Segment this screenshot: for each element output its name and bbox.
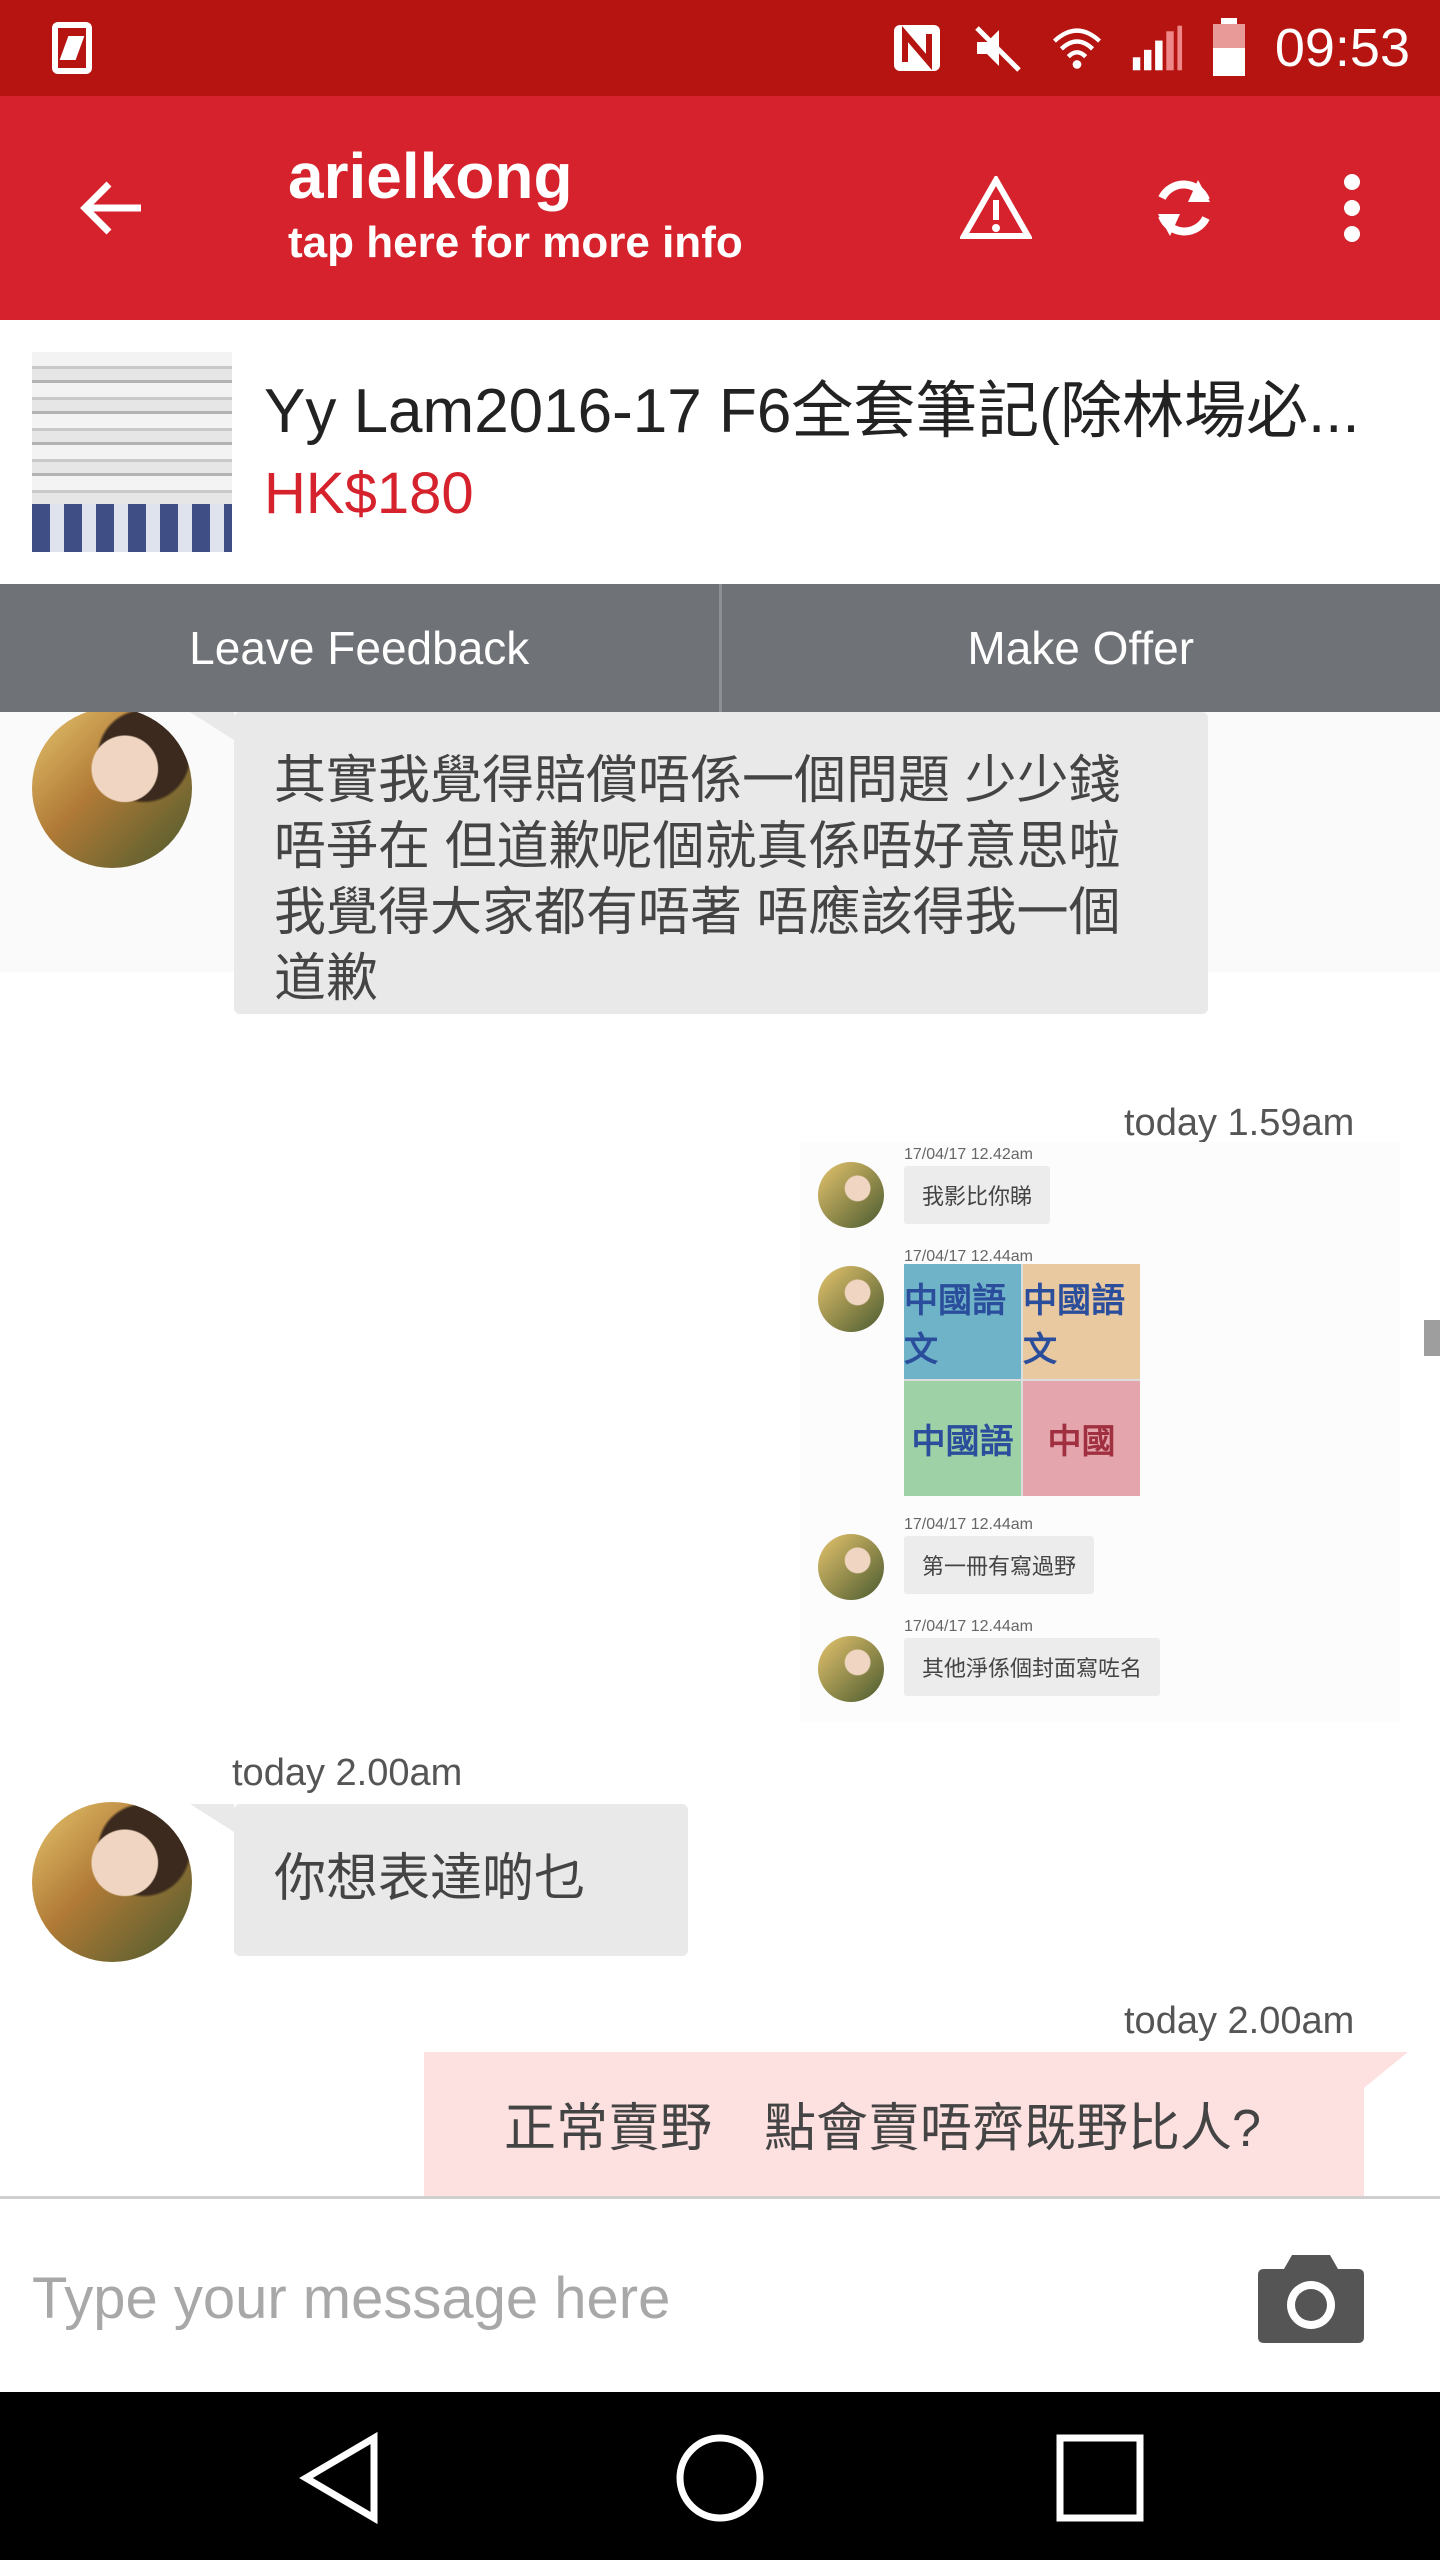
product-summary[interactable]: Yy Lam2016-17 F6全套筆記(除林場必... HK$180: [0, 320, 1440, 584]
battery-icon: [1211, 18, 1247, 76]
screenshot-avatar: [818, 1636, 884, 1702]
system-nav-bar: [0, 2392, 1440, 2560]
avatar[interactable]: [32, 1802, 192, 1962]
screenshot-bubble: 第一冊有寫過野: [904, 1536, 1095, 1594]
home-circle-icon[interactable]: [670, 2428, 770, 2528]
app-bar: arielkong tap here for more info: [0, 96, 1440, 320]
conversation-title: arielkong: [288, 140, 573, 212]
book-cover: 中國語文: [904, 1264, 1021, 1379]
message-composer: [0, 2196, 1440, 2392]
camera-icon[interactable]: [1256, 2249, 1366, 2345]
message-bubble-incoming: 其實我覺得賠償唔係一個問題 少少錢唔爭在 但道歉呢個就真係唔好意思啦 我覺得大家…: [190, 712, 1208, 1014]
warning-icon[interactable]: [952, 164, 1040, 252]
message-timestamp: today 2.00am: [1124, 2000, 1355, 2042]
screenshot-image-message[interactable]: 17/04/17 12.42am 我影比你睇 17/04/17 12.44am …: [800, 1142, 1400, 1722]
status-bar: 09:53: [0, 0, 1440, 96]
screenshot-avatar: [818, 1266, 884, 1332]
message-timestamp: today 2.00am: [232, 1752, 463, 1794]
book-cover: 中國語: [904, 1381, 1021, 1496]
screenshot-bubble: 我影比你睇: [904, 1166, 1051, 1224]
message-bubble-outgoing: 正常賣野 點會賣唔齊既野比人?: [424, 2052, 1408, 2196]
book-cover: 中國語文: [1023, 1264, 1140, 1379]
more-vert-icon[interactable]: [1308, 164, 1396, 252]
back-arrow-icon[interactable]: [70, 166, 154, 250]
screenshot-timestamp: 17/04/17 12.44am: [904, 1516, 1033, 1533]
avatar[interactable]: [32, 712, 192, 868]
message-input[interactable]: [32, 2243, 1212, 2353]
back-triangle-icon[interactable]: [290, 2428, 390, 2528]
leave-feedback-button[interactable]: Leave Feedback: [0, 584, 719, 712]
chat-messages[interactable]: 其實我覺得賠償唔係一個問題 少少錢唔爭在 但道歉呢個就真係唔好意思啦 我覺得大家…: [0, 712, 1440, 2196]
screenshot-avatar: [818, 1162, 884, 1228]
screenshot-timestamp: 17/04/17 12.44am: [904, 1618, 1033, 1635]
message-bubble-incoming: 你想表達啲乜: [190, 1804, 688, 1956]
screenshot-avatar: [818, 1534, 884, 1600]
screenshot-timestamp: 17/04/17 12.42am: [904, 1146, 1033, 1163]
product-thumbnail: [32, 352, 232, 552]
book-cover: 中國: [1023, 1381, 1140, 1496]
message-timestamp: today 1.59am: [1124, 1102, 1355, 1144]
status-icons: 09:53: [891, 16, 1410, 80]
signal-icon: [1131, 22, 1183, 74]
conversation-subtitle: tap here for more info: [288, 217, 743, 267]
book-covers-photo: 中國語文 中國語文 中國語 中國: [904, 1264, 1140, 1496]
product-title: Yy Lam2016-17 F6全套筆記(除林場必...: [264, 377, 1360, 446]
mute-icon: [971, 22, 1023, 74]
screenshot-bubble: 其他淨係個封面寫咗名: [904, 1638, 1161, 1696]
refresh-icon[interactable]: [1140, 164, 1228, 252]
action-bar: Leave Feedback Make Offer: [0, 584, 1440, 712]
recents-square-icon[interactable]: [1050, 2428, 1150, 2528]
make-offer-button[interactable]: Make Offer: [718, 584, 1440, 712]
product-price: HK$180: [264, 461, 474, 526]
conversation-header[interactable]: arielkong tap here for more info: [288, 140, 743, 268]
clock: 09:53: [1274, 18, 1410, 78]
nfc-icon: [891, 22, 943, 74]
wifi-icon: [1051, 22, 1103, 74]
phone-screen-icon: [52, 22, 92, 74]
scrollbar[interactable]: [1424, 1320, 1440, 1356]
